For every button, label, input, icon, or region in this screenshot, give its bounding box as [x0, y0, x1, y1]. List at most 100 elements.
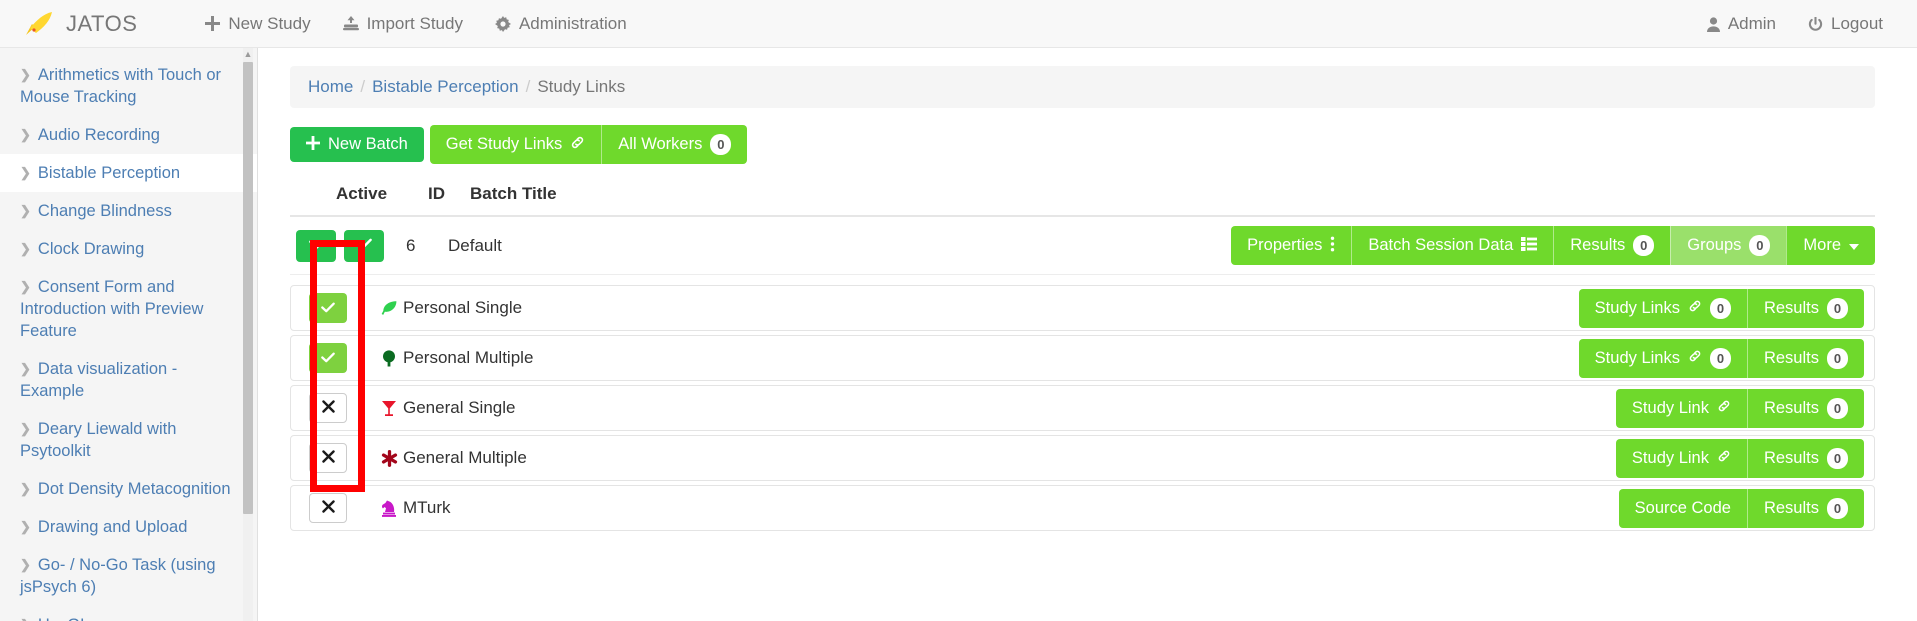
- sidebar-item-go-nogo[interactable]: ❯ Go- / No-Go Task (using jsPsych 6): [0, 546, 257, 606]
- link-icon: [1717, 399, 1731, 417]
- gear-icon: [494, 15, 511, 32]
- chevron-right-icon: ❯: [20, 67, 31, 82]
- nav-new-study[interactable]: New Study: [189, 14, 326, 34]
- breadcrumb-study[interactable]: Bistable Perception: [372, 77, 518, 96]
- nav-administration[interactable]: Administration: [479, 14, 643, 34]
- cross-icon: [321, 449, 335, 467]
- worker-row-mturk: MTurk Source Code Results 0: [290, 485, 1875, 531]
- new-batch-button[interactable]: New Batch: [290, 126, 424, 163]
- study-link-button[interactable]: Study Link: [1615, 388, 1747, 428]
- study-link-button[interactable]: Study Link: [1615, 438, 1747, 478]
- all-workers-label: All Workers: [618, 135, 703, 154]
- all-workers-badge: 0: [710, 134, 732, 155]
- sidebar-item-hexgl[interactable]: ❯ HexGL: [0, 606, 257, 621]
- rocket-icon: [22, 10, 56, 38]
- worker-active-toggle[interactable]: [309, 293, 347, 323]
- header-batch-title: Batch Title: [470, 184, 557, 203]
- chevron-right-icon: ❯: [20, 165, 31, 180]
- worker-active-toggle[interactable]: [309, 493, 347, 523]
- batch-groups-button[interactable]: Groups 0: [1670, 226, 1787, 265]
- sidebar-item-change-blindness[interactable]: ❯ Change Blindness: [0, 192, 257, 230]
- scroll-up-arrow-icon[interactable]: ▲: [243, 48, 253, 61]
- worker-type-label: Personal Multiple: [403, 348, 534, 367]
- sidebar-item-label: Drawing and Upload: [37, 518, 188, 536]
- sidebar-item-clock-drawing[interactable]: ❯ Clock Drawing: [0, 230, 257, 268]
- sidebar-item-label: Audio Recording: [37, 126, 160, 144]
- cross-icon: [321, 499, 335, 517]
- worker-results-label: Results: [1763, 498, 1819, 517]
- leaf-icon: [377, 300, 401, 317]
- breadcrumb-current: Study Links: [537, 77, 626, 96]
- worker-active-toggle[interactable]: [309, 343, 347, 373]
- worker-results-button[interactable]: Results 0: [1746, 338, 1864, 378]
- sidebar-item-audio-recording[interactable]: ❯ Audio Recording: [0, 116, 257, 154]
- worker-row-general-multiple: General Multiple Study Link Results 0: [290, 435, 1875, 481]
- brand-name[interactable]: JATOS: [66, 11, 137, 37]
- worker-results-button[interactable]: Results 0: [1746, 438, 1864, 478]
- batch-session-data-button[interactable]: Batch Session Data: [1351, 226, 1554, 265]
- batch-more-button[interactable]: More: [1786, 226, 1875, 265]
- get-study-links-label: Get Study Links: [445, 135, 563, 154]
- worker-results-badge: 0: [1827, 497, 1848, 519]
- chevron-right-icon: ❯: [20, 519, 31, 534]
- user-icon: [1706, 16, 1720, 32]
- chess-knight-icon: [377, 500, 401, 517]
- worker-action-group: Study Links 0 Results 0: [1578, 338, 1864, 378]
- batch-id: 6: [406, 235, 416, 255]
- sidebar-item-data-visualization[interactable]: ❯ Data visualization - Example: [0, 350, 257, 410]
- batch-action-group: Properties Batch Session Data Results 0 …: [1231, 226, 1875, 265]
- check-icon: [356, 237, 372, 254]
- worker-results-button[interactable]: Results 0: [1746, 288, 1864, 328]
- worker-action-group: Study Link Results 0: [1615, 388, 1864, 428]
- nav-import-study-label: Import Study: [366, 13, 463, 33]
- sidebar-item-dot-density[interactable]: ❯ Dot Density Metacognition: [0, 470, 257, 508]
- worker-active-toggle[interactable]: [309, 393, 347, 423]
- sidebar-item-label: Dot Density Metacognition: [37, 480, 231, 498]
- cross-icon: [321, 399, 335, 417]
- get-study-links-button[interactable]: Get Study Links: [429, 125, 602, 164]
- batch-results-button[interactable]: Results 0: [1553, 226, 1671, 265]
- worker-results-button[interactable]: Results 0: [1746, 488, 1864, 528]
- breadcrumb-home[interactable]: Home: [308, 77, 353, 96]
- link-icon: [570, 135, 585, 154]
- worker-action-group: Study Link Results 0: [1615, 438, 1864, 478]
- worker-active-toggle[interactable]: [309, 443, 347, 473]
- study-links-button[interactable]: Study Links 0: [1578, 288, 1747, 328]
- batch-title: Default: [448, 235, 502, 255]
- nav-admin[interactable]: Admin: [1691, 14, 1792, 34]
- batch-results-label: Results: [1570, 236, 1626, 255]
- all-workers-button[interactable]: All Workers 0: [601, 125, 748, 164]
- worker-type-label: Personal Single: [403, 298, 523, 317]
- sidebar-item-consent-form[interactable]: ❯ Consent Form and Introduction with Prev…: [0, 268, 257, 350]
- study-sidebar: ❯ Arithmetics with Touch or Mouse Trackin…: [0, 48, 258, 621]
- sidebar-item-deary-liewald[interactable]: ❯ Deary Liewald with Psytoolkit: [0, 410, 257, 470]
- worker-results-label: Results: [1763, 398, 1819, 417]
- batch-properties-button[interactable]: Properties: [1231, 226, 1352, 265]
- new-batch-label: New Batch: [328, 135, 408, 154]
- worker-row-personal-single: Personal Single Study Links 0 Results 0: [290, 285, 1875, 331]
- study-links-button[interactable]: Study Links 0: [1578, 338, 1747, 378]
- batch-expand-button[interactable]: [296, 229, 336, 262]
- nav-administration-label: Administration: [518, 13, 627, 33]
- batch-results-badge: 0: [1633, 235, 1655, 256]
- sidebar-scrollbar-thumb[interactable]: [243, 62, 253, 514]
- sidebar-item-bistable-perception[interactable]: ❯ Bistable Perception: [0, 154, 257, 192]
- worker-action-group: Study Links 0 Results 0: [1578, 288, 1864, 328]
- worker-type-label: General Multiple: [403, 448, 527, 467]
- nav-import-study[interactable]: Import Study: [327, 14, 479, 34]
- sidebar-item-drawing-upload[interactable]: ❯ Drawing and Upload: [0, 508, 257, 546]
- list-icon: [1521, 236, 1538, 255]
- plus-icon: [205, 16, 221, 31]
- worker-results-button[interactable]: Results 0: [1746, 388, 1864, 428]
- link-icon: [1688, 299, 1702, 317]
- sidebar-item-arithmetics[interactable]: ❯ Arithmetics with Touch or Mouse Trackin…: [0, 56, 257, 116]
- worker-results-label: Results: [1763, 348, 1819, 367]
- source-code-button[interactable]: Source Code: [1618, 488, 1747, 528]
- batch-groups-badge: 0: [1749, 235, 1771, 256]
- worker-row-personal-multiple: Personal Multiple Study Links 0 Results …: [290, 335, 1875, 381]
- batch-active-toggle[interactable]: [344, 229, 384, 262]
- nav-logout[interactable]: Logout: [1792, 14, 1899, 34]
- batch-more-label: More: [1803, 236, 1841, 255]
- batch-table-header: Active ID Batch Title: [290, 184, 1875, 217]
- power-icon: [1808, 16, 1823, 32]
